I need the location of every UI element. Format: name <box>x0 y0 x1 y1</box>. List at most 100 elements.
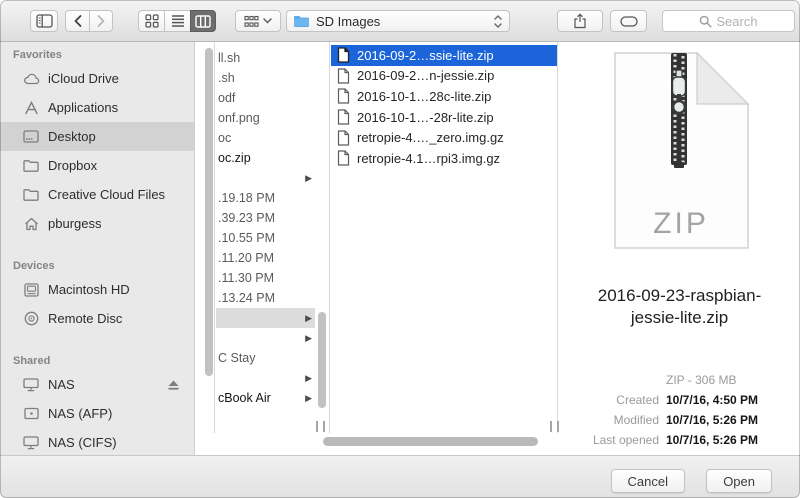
file-name: retropie-4.1…rpi3.img.gz <box>357 151 500 166</box>
folder-icon <box>22 157 40 175</box>
file-name: 2016-09-2…ssie-lite.zip <box>357 48 494 63</box>
harddrive-icon <box>22 281 40 299</box>
doc-icon <box>337 109 351 125</box>
path-popup-label: SD Images <box>316 14 380 29</box>
clipped-file-row[interactable]: odf <box>216 88 315 108</box>
eject-icon[interactable] <box>164 376 182 394</box>
clipped-file-row[interactable]: ll.sh <box>216 48 315 68</box>
clipped-file-row[interactable]: .13.24 PM <box>216 288 315 308</box>
view-list-button[interactable] <box>164 10 190 32</box>
chevron-down-icon <box>263 18 272 24</box>
folder-arrow-icon: ▶ <box>305 368 312 388</box>
clipped-file-row[interactable]: onf.png <box>216 108 315 128</box>
sidebar-item-macintosh-hd[interactable]: Macintosh HD <box>0 275 194 304</box>
preview-filename: 2016-09-23-raspbian-jessie-lite.zip <box>559 285 800 329</box>
sidebar-item-remote-disc[interactable]: Remote Disc <box>0 304 194 333</box>
sidebar-item-applications[interactable]: Applications <box>0 93 194 122</box>
clipped-file-row[interactable]: .11.20 PM <box>216 248 315 268</box>
sidebar-item-label: NAS (CIFS) <box>48 435 117 450</box>
sidebar-item-label: Remote Disc <box>48 311 122 326</box>
doc-icon <box>337 88 351 104</box>
view-columns-button[interactable] <box>190 10 216 32</box>
sidebar-item-label: pburgess <box>48 216 101 231</box>
column-scrollbar[interactable] <box>205 48 213 376</box>
clipped-file-row[interactable]: C Stay <box>216 348 315 368</box>
sidebar-toggle-button[interactable] <box>30 10 58 32</box>
search-input[interactable]: Search <box>662 10 795 32</box>
clipped-file-row[interactable]: .19.18 PM <box>216 188 315 208</box>
folder-row[interactable]: ▶ <box>216 168 315 188</box>
detail-value: 10/7/16, 5:26 PM <box>666 413 800 427</box>
row-label: onf.png <box>218 111 260 125</box>
finder-open-dialog: SD Images Search Favorites iCloud Drive Ap… <box>0 0 800 498</box>
file-row-2016-09-2-n-jessie-zip[interactable]: 2016-09-2…n-jessie.zip <box>331 66 557 87</box>
tag-button[interactable] <box>610 10 647 32</box>
sidebar-section-title: Favorites <box>0 46 194 64</box>
folder-row[interactable]: ▶ <box>216 328 315 348</box>
row-label: .sh <box>218 71 235 85</box>
sidebar-item-label: Creative Cloud Files <box>48 187 165 202</box>
folder-row[interactable]: ▶ <box>216 368 315 388</box>
search-icon <box>699 15 712 28</box>
open-button[interactable]: Open <box>706 469 772 493</box>
sidebar-section-shared: SharedNASNAS (AFP)NAS (CIFS) <box>0 352 194 455</box>
display-icon <box>22 376 40 394</box>
chevron-left-icon <box>73 14 83 28</box>
detail-label: Modified <box>559 413 659 427</box>
row-label: ll.sh <box>218 51 240 65</box>
column-resize-handle[interactable] <box>550 421 559 432</box>
sidebar-item-label: iCloud Drive <box>48 71 119 86</box>
clipped-file-row[interactable]: oc.zip <box>216 148 315 168</box>
chevron-right-icon <box>96 14 106 28</box>
preview-pane: ZIP 2016-09-23-raspbian-jessie-lite.zip … <box>559 42 800 455</box>
clipped-file-row[interactable]: oc <box>216 128 315 148</box>
horizontal-scrollbar[interactable] <box>323 437 538 446</box>
sidebar-item-label: Macintosh HD <box>48 282 130 297</box>
tag-icon <box>620 16 638 27</box>
clipped-file-row[interactable]: .11.30 PM <box>216 268 315 288</box>
column-view-icon <box>195 15 211 28</box>
docsel-icon <box>337 47 351 63</box>
sidebar-item-dropbox[interactable]: Dropbox <box>0 151 194 180</box>
sidebar-item-pburgess[interactable]: pburgess <box>0 209 194 238</box>
forward-button[interactable] <box>89 10 113 32</box>
file-row-retropie-4-zero-img-gz[interactable]: retropie-4.…_zero.img.gz <box>331 127 557 148</box>
file-row-2016-10-1-28c-lite-zip[interactable]: 2016-10-1…28c-lite.zip <box>331 86 557 107</box>
doc-icon <box>337 130 351 146</box>
sidebar-item-nas[interactable]: NAS <box>0 370 194 399</box>
detail-value: 10/7/16, 5:26 PM <box>666 433 800 447</box>
column-scrollbar[interactable] <box>318 312 326 408</box>
sidebar-item-label: Desktop <box>48 129 96 144</box>
sidebar-item-desktop[interactable]: Desktop <box>0 122 194 151</box>
home-icon <box>22 215 40 233</box>
sidebar-item-label: NAS (AFP) <box>48 406 112 421</box>
file-row-retropie-4-1-rpi3-img-gz[interactable]: retropie-4.1…rpi3.img.gz <box>331 148 557 169</box>
clipped-file-row[interactable]: .sh <box>216 68 315 88</box>
column-resize-handle[interactable] <box>316 421 325 432</box>
folder-arrow-icon: ▶ <box>305 308 312 328</box>
back-button[interactable] <box>65 10 89 32</box>
sidebar-item-icloud-drive[interactable]: iCloud Drive <box>0 64 194 93</box>
folder-arrow-icon: ▶ <box>305 168 312 188</box>
detail-label: Created <box>559 393 659 407</box>
file-name: 2016-10-1…28c-lite.zip <box>357 89 491 104</box>
folder-icon <box>293 14 310 28</box>
row-label: .11.20 PM <box>218 251 274 265</box>
file-row-2016-09-2-ssie-lite-zip[interactable]: 2016-09-2…ssie-lite.zip <box>331 45 557 66</box>
selected-folder-row[interactable]: ▶ <box>216 308 315 328</box>
sidebar-item-nas-afp[interactable]: NAS (AFP) <box>0 399 194 428</box>
clipped-file-row[interactable]: cBook Air▶ <box>216 388 315 408</box>
view-icons-button[interactable] <box>138 10 164 32</box>
sidebar-item-nas-cifs[interactable]: NAS (CIFS) <box>0 428 194 455</box>
sidebar-item-creative-cloud-files[interactable]: Creative Cloud Files <box>0 180 194 209</box>
arrange-menu-button[interactable] <box>235 10 281 32</box>
row-label: C Stay <box>218 351 256 365</box>
file-row-2016-10-1-28r-lite-zip[interactable]: 2016-10-1…-28r-lite.zip <box>331 107 557 128</box>
sidebar-toggle-icon <box>36 14 53 28</box>
disc-icon <box>22 310 40 328</box>
clipped-file-row[interactable]: .10.55 PM <box>216 228 315 248</box>
cancel-button[interactable]: Cancel <box>611 469 685 493</box>
path-popup-button[interactable]: SD Images <box>286 10 510 32</box>
clipped-file-row[interactable]: .39.23 PM <box>216 208 315 228</box>
share-button[interactable] <box>557 10 603 32</box>
